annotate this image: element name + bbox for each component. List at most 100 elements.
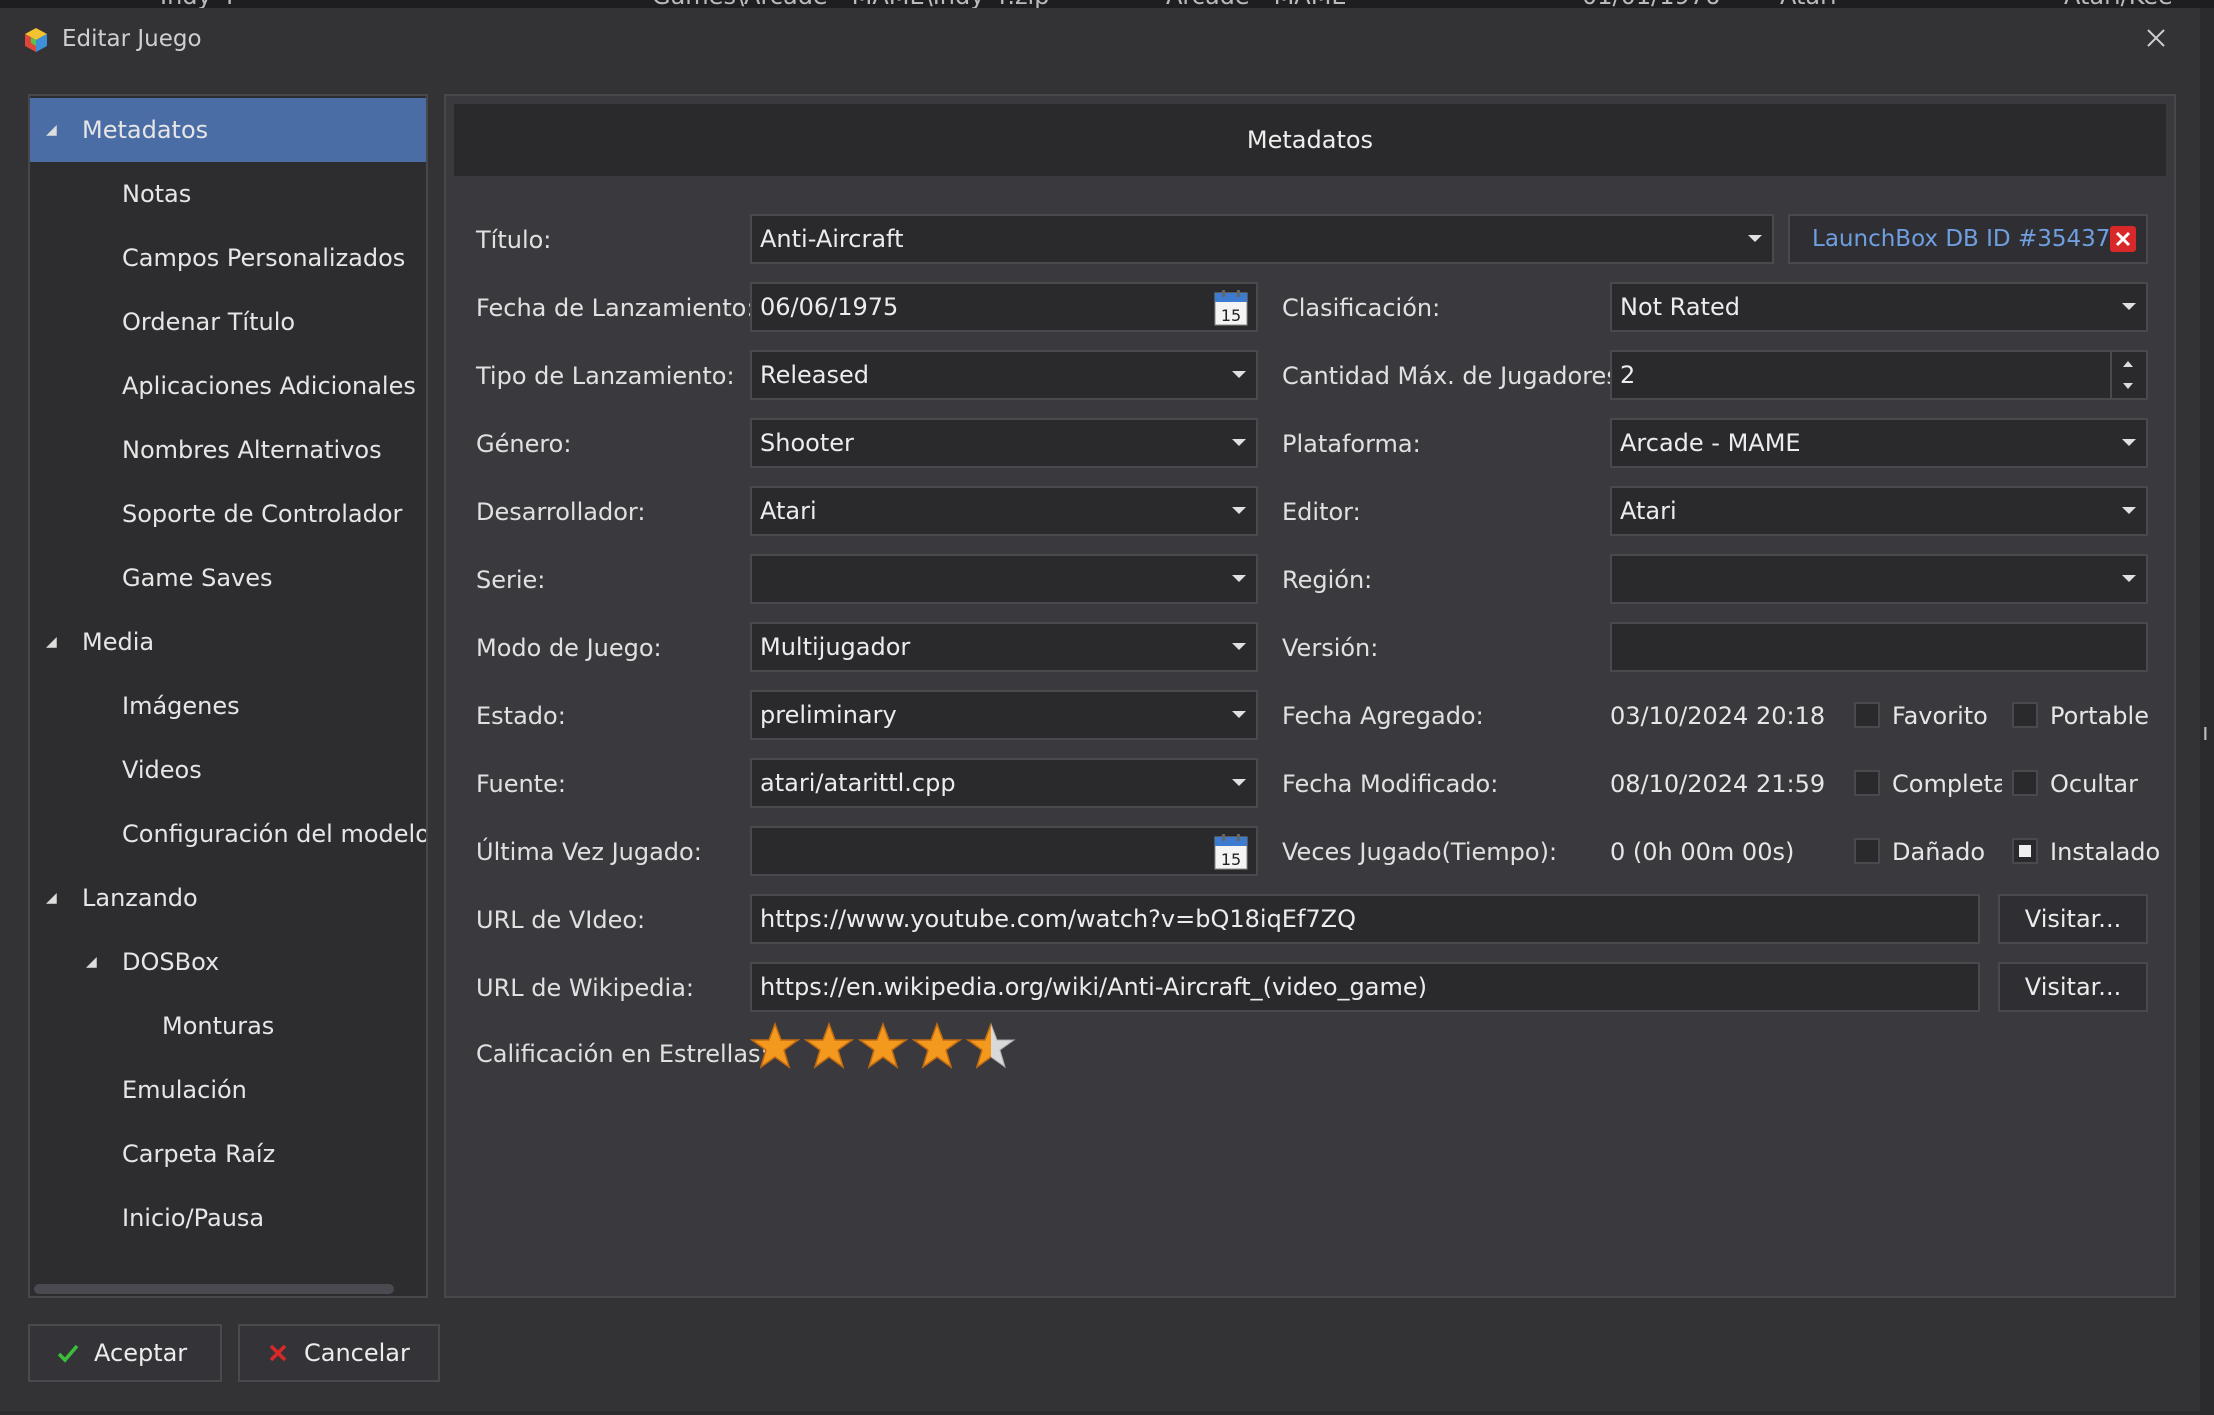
sidebar-item[interactable]: Inicio/Pausa [30,1186,426,1250]
sidebar-item[interactable]: Aplicaciones Adicionales [30,354,426,418]
sidebar-item-label: Configuración del modelo 3D [122,820,428,848]
visitar-wikipedia-button[interactable]: Visitar... [1998,962,2148,1012]
sidebar-item[interactable]: Campos Personalizados [30,226,426,290]
ocultar-label[interactable]: Ocultar [2050,770,2138,798]
sidebar-item[interactable]: ◢ DOSBox [30,930,426,994]
editor-dropdown[interactable]: Atari [1610,486,2148,536]
plataforma-label: Plataforma: [1282,430,1421,458]
completado-label[interactable]: Completado [1892,770,2002,798]
chevron-down-icon [2122,439,2136,446]
sidebar-item-label: Videos [122,756,202,784]
sidebar-item[interactable]: ◢ Media [30,610,426,674]
completado-checkbox[interactable] [1854,770,1880,796]
url-wikipedia-input[interactable]: https://en.wikipedia.org/wiki/Anti-Aircr… [750,962,1980,1012]
modo-juego-label: Modo de Juego: [476,634,662,662]
arrow-down-icon[interactable] [2123,383,2133,389]
sidebar-item-label: Campos Personalizados [122,244,406,272]
sidebar-item[interactable]: Configuración del modelo 3D [30,802,426,866]
calendar-icon[interactable]: 15 [1214,834,1248,870]
desarrollador-label: Desarrollador: [476,498,646,526]
titulo-label: Título: [476,226,552,254]
danado-checkbox[interactable] [1854,838,1880,864]
star-icon[interactable] [804,1022,854,1072]
calendar-icon[interactable]: 15 [1214,290,1248,326]
sidebar-item[interactable]: Game Saves [30,546,426,610]
cancelar-button[interactable]: Cancelar [238,1324,440,1382]
danado-label[interactable]: Dañado [1892,838,1985,866]
instalado-label[interactable]: Instalado [2050,838,2160,866]
sidebar-item[interactable]: ◢ Lanzando [30,866,426,930]
horizontal-scrollbar[interactable] [34,1284,394,1294]
max-jugadores-stepper[interactable]: 2 [1610,350,2148,400]
sidebar-item-label: DOSBox [122,948,220,976]
plataforma-dropdown[interactable]: Arcade - MAME [1610,418,2148,468]
chevron-down-icon [1232,711,1246,718]
launchbox-db-id-link[interactable]: LaunchBox DB ID #35437 [1812,216,2110,262]
titulo-combobox[interactable]: Anti-Aircraft [750,214,1774,264]
spin-buttons[interactable] [2110,352,2146,398]
arrow-up-icon[interactable] [2123,361,2133,367]
sidebar-item[interactable]: Carpeta Raíz [30,1122,426,1186]
close-icon[interactable] [2138,20,2174,56]
estado-dropdown[interactable]: preliminary [750,690,1258,740]
star-icon[interactable] [912,1022,962,1072]
sidebar-item[interactable]: Notas [30,162,426,226]
fecha-modificado-label: Fecha Modificado: [1282,770,1499,798]
launchbox-app-icon [25,28,47,52]
portable-checkbox[interactable] [2012,702,2038,728]
region-dropdown[interactable] [1610,554,2148,604]
chevron-down-icon [1748,235,1762,242]
star-icon[interactable] [750,1022,800,1072]
visitar-video-button[interactable]: Visitar... [1998,894,2148,944]
remove-id-icon[interactable] [2110,226,2136,252]
sidebar-item[interactable]: ◢ Metadatos [30,98,426,162]
expand-arrow-icon[interactable]: ◢ [86,930,97,994]
chevron-down-icon [2122,507,2136,514]
favorito-checkbox[interactable] [1854,702,1880,728]
url-video-label: URL de VIdeo: [476,906,646,934]
sidebar-item-label: Soporte de Controlador [122,500,403,528]
fecha-lanzamiento-datepicker[interactable]: 06/06/1975 15 [750,282,1258,332]
sidebar-item[interactable]: Soporte de Controlador [30,482,426,546]
favorito-label[interactable]: Favorito [1892,702,1988,730]
clasificacion-label: Clasificación: [1282,294,1441,322]
expand-arrow-icon[interactable]: ◢ [46,98,57,162]
expand-arrow-icon[interactable]: ◢ [46,610,57,674]
aceptar-button[interactable]: Aceptar [28,1324,222,1382]
genero-dropdown[interactable]: Shooter [750,418,1258,468]
sidebar-item[interactable]: Nombres Alternativos [30,418,426,482]
fuente-dropdown[interactable]: atari/atarittl.cpp [750,758,1258,808]
chevron-down-icon [1232,371,1246,378]
sidebar-item[interactable]: Emulación [30,1058,426,1122]
modo-juego-dropdown[interactable]: Multijugador [750,622,1258,672]
star-icon[interactable] [858,1022,908,1072]
bg-text: Indy 4 [160,0,235,8]
tipo-lanzamiento-dropdown[interactable]: Released [750,350,1258,400]
sidebar-item[interactable]: Videos [30,738,426,802]
instalado-checkbox[interactable] [2012,838,2038,864]
chevron-down-icon [2122,575,2136,582]
sidebar-item[interactable]: Imágenes [30,674,426,738]
title-bar: Editar Juego [0,8,2200,80]
sidebar-item[interactable]: Ordenar Título [30,290,426,354]
launchbox-db-id[interactable]: LaunchBox DB ID #35437 [1788,214,2148,264]
version-input[interactable] [1610,622,2148,672]
desarrollador-dropdown[interactable]: Atari [750,486,1258,536]
chevron-down-icon [2122,303,2136,310]
sidebar-item-label: Game Saves [122,564,273,592]
url-video-input[interactable]: https://www.youtube.com/watch?v=bQ18iqEf… [750,894,1980,944]
ultima-vez-label: Última Vez Jugado: [476,838,702,866]
metadata-panel: Metadatos Título: Anti-Aircraft LaunchBo… [444,94,2176,1298]
expand-arrow-icon[interactable]: ◢ [46,866,57,930]
star-icon[interactable] [966,1022,1016,1072]
ultima-vez-datepicker[interactable]: 15 [750,826,1258,876]
titulo-value: Anti-Aircraft [760,225,904,253]
clasificacion-dropdown[interactable]: Not Rated [1610,282,2148,332]
fuente-label: Fuente: [476,770,566,798]
panel-header: Metadatos [454,104,2166,176]
sidebar-item[interactable]: Monturas [30,994,426,1058]
ocultar-checkbox[interactable] [2012,770,2038,796]
portable-label[interactable]: Portable [2050,702,2149,730]
fecha-modificado-value: 08/10/2024 21:59 [1610,770,1826,798]
serie-dropdown[interactable] [750,554,1258,604]
